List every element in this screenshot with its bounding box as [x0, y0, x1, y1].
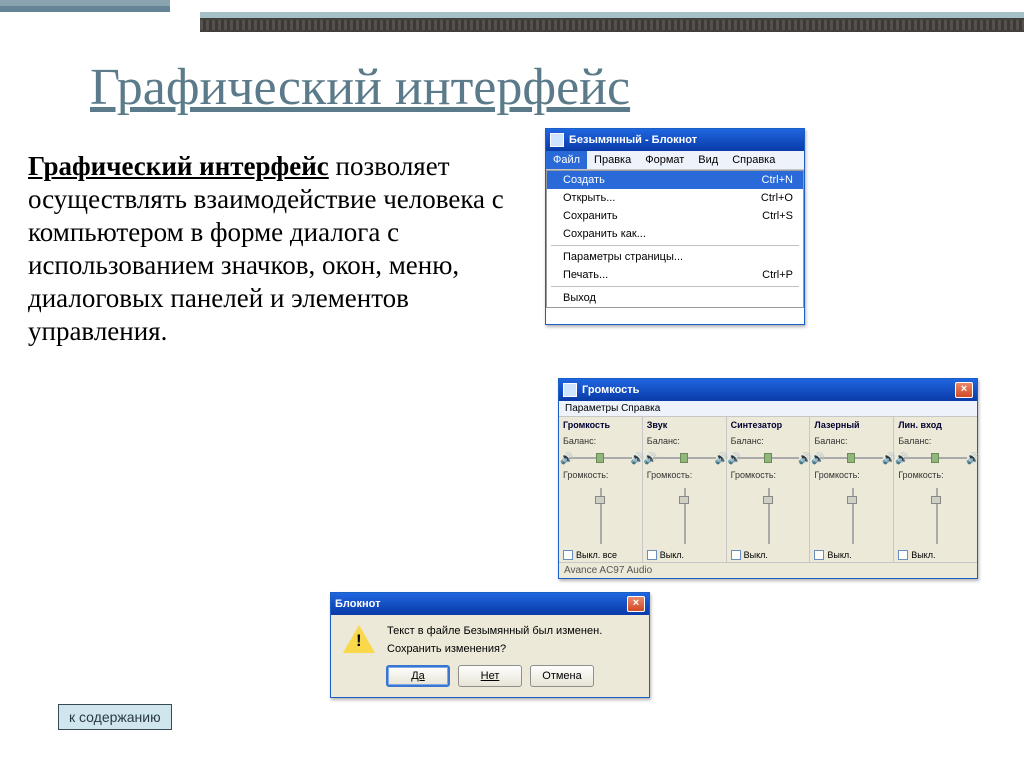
volume-label: Громкость:	[814, 470, 889, 480]
menu-item-print[interactable]: Печать... Ctrl+P	[547, 266, 803, 284]
mixer-channel: СинтезаторБаланс:🔊🔊Громкость:Выкл.	[727, 417, 811, 562]
menu-item-pagesetup[interactable]: Параметры страницы...	[547, 248, 803, 266]
speaker-right-icon: 🔊	[715, 452, 725, 464]
channel-name: Громкость	[563, 420, 638, 430]
warning-icon	[343, 625, 375, 655]
speaker-icon	[563, 383, 577, 397]
speaker-left-icon: 🔊	[811, 452, 821, 464]
channel-name: Звук	[647, 420, 722, 430]
speaker-right-icon: 🔊	[631, 452, 641, 464]
speaker-right-icon: 🔊	[798, 452, 808, 464]
volume-label: Громкость:	[731, 470, 806, 480]
menu-item-new[interactable]: Создать Ctrl+N	[547, 171, 803, 189]
mute-checkbox[interactable]: Выкл. все	[563, 550, 638, 560]
mixer-channel: Лин. входБаланс:🔊🔊Громкость:Выкл.	[894, 417, 977, 562]
mute-checkbox[interactable]: Выкл.	[814, 550, 889, 560]
menu-separator	[551, 245, 799, 246]
notepad-title-text: Безымянный - Блокнот	[569, 134, 697, 146]
balance-slider[interactable]: 🔊🔊	[814, 452, 889, 464]
close-icon[interactable]: ×	[627, 596, 645, 612]
save-dialog: Блокнот × Текст в файле Безымянный был и…	[330, 592, 650, 698]
volume-slider[interactable]	[647, 486, 722, 546]
balance-label: Баланс:	[647, 436, 722, 446]
menu-edit[interactable]: Правка	[587, 151, 638, 169]
mixer-channel: ГромкостьБаланс:🔊🔊Громкость:Выкл. все	[559, 417, 643, 562]
notepad-titlebar[interactable]: Безымянный - Блокнот	[546, 129, 804, 151]
balance-slider[interactable]: 🔊🔊	[647, 452, 722, 464]
channel-name: Лин. вход	[898, 420, 973, 430]
menu-view[interactable]: Вид	[691, 151, 725, 169]
speaker-left-icon: 🔊	[728, 452, 738, 464]
notepad-icon	[550, 133, 564, 147]
speaker-left-icon: 🔊	[895, 452, 905, 464]
menu-format[interactable]: Формат	[638, 151, 691, 169]
balance-label: Баланс:	[814, 436, 889, 446]
volume-slider[interactable]	[731, 486, 806, 546]
volume-label: Громкость:	[563, 470, 638, 480]
slide-body-text: Графический интерфейс позволяет осуществ…	[28, 150, 518, 348]
balance-label: Баланс:	[898, 436, 973, 446]
channel-name: Лазерный	[814, 420, 889, 430]
mixer-channels: ГромкостьБаланс:🔊🔊Громкость:Выкл. всеЗву…	[559, 417, 977, 562]
notepad-window: Безымянный - Блокнот Файл Правка Формат …	[545, 128, 805, 325]
speaker-right-icon: 🔊	[882, 452, 892, 464]
notepad-menubar[interactable]: Файл Правка Формат Вид Справка	[546, 151, 804, 170]
mixer-menubar[interactable]: Параметры Справка	[559, 401, 977, 417]
balance-label: Баланс:	[731, 436, 806, 446]
save-dialog-title-text: Блокнот	[335, 598, 380, 610]
slide-header-decoration	[0, 0, 1024, 34]
mixer-titlebar[interactable]: Громкость ×	[559, 379, 977, 401]
menu-file[interactable]: Файл	[546, 151, 587, 169]
mixer-channel: ЗвукБаланс:🔊🔊Громкость:Выкл.	[643, 417, 727, 562]
menu-item-open[interactable]: Открыть... Ctrl+O	[547, 189, 803, 207]
speaker-left-icon: 🔊	[560, 452, 570, 464]
yes-button[interactable]: Да	[386, 665, 450, 687]
volume-label: Громкость:	[647, 470, 722, 480]
notepad-client-area[interactable]	[546, 308, 804, 324]
menu-help[interactable]: Справка	[725, 151, 782, 169]
to-contents-button[interactable]: к содержанию	[58, 704, 172, 730]
mute-checkbox[interactable]: Выкл.	[898, 550, 973, 560]
no-button[interactable]: Нет	[458, 665, 522, 687]
mute-checkbox[interactable]: Выкл.	[731, 550, 806, 560]
menu-separator	[551, 286, 799, 287]
balance-slider[interactable]: 🔊🔊	[731, 452, 806, 464]
mixer-window: Громкость × Параметры Справка Громкость Б…	[558, 378, 978, 579]
speaker-left-icon: 🔊	[644, 452, 654, 464]
volume-slider[interactable]	[898, 486, 973, 546]
save-dialog-titlebar[interactable]: Блокнот ×	[331, 593, 649, 615]
volume-slider[interactable]	[814, 486, 889, 546]
close-icon[interactable]: ×	[955, 382, 973, 398]
balance-slider[interactable]: 🔊🔊	[898, 452, 973, 464]
speaker-right-icon: 🔊	[966, 452, 976, 464]
mixer-channel: ЛазерныйБаланс:🔊🔊Громкость:Выкл.	[810, 417, 894, 562]
slide-title: Графический интерфейс	[90, 58, 630, 117]
mixer-statusbar: Avance AC97 Audio	[559, 562, 977, 578]
mute-checkbox[interactable]: Выкл.	[647, 550, 722, 560]
save-dialog-text: Текст в файле Безымянный был изменен. Со…	[387, 625, 602, 655]
cancel-button[interactable]: Отмена	[530, 665, 594, 687]
menu-item-saveas[interactable]: Сохранить как...	[547, 225, 803, 243]
balance-label: Баланс:	[563, 436, 638, 446]
channel-name: Синтезатор	[731, 420, 806, 430]
volume-label: Громкость:	[898, 470, 973, 480]
balance-slider[interactable]: 🔊🔊	[563, 452, 638, 464]
mixer-title-text: Громкость	[582, 384, 639, 396]
volume-slider[interactable]	[563, 486, 638, 546]
menu-item-exit[interactable]: Выход	[547, 289, 803, 307]
menu-item-save[interactable]: Сохранить Ctrl+S	[547, 207, 803, 225]
file-menu-dropdown: Создать Ctrl+N Открыть... Ctrl+O Сохрани…	[546, 170, 804, 308]
body-bold: Графический интерфейс	[28, 151, 329, 181]
